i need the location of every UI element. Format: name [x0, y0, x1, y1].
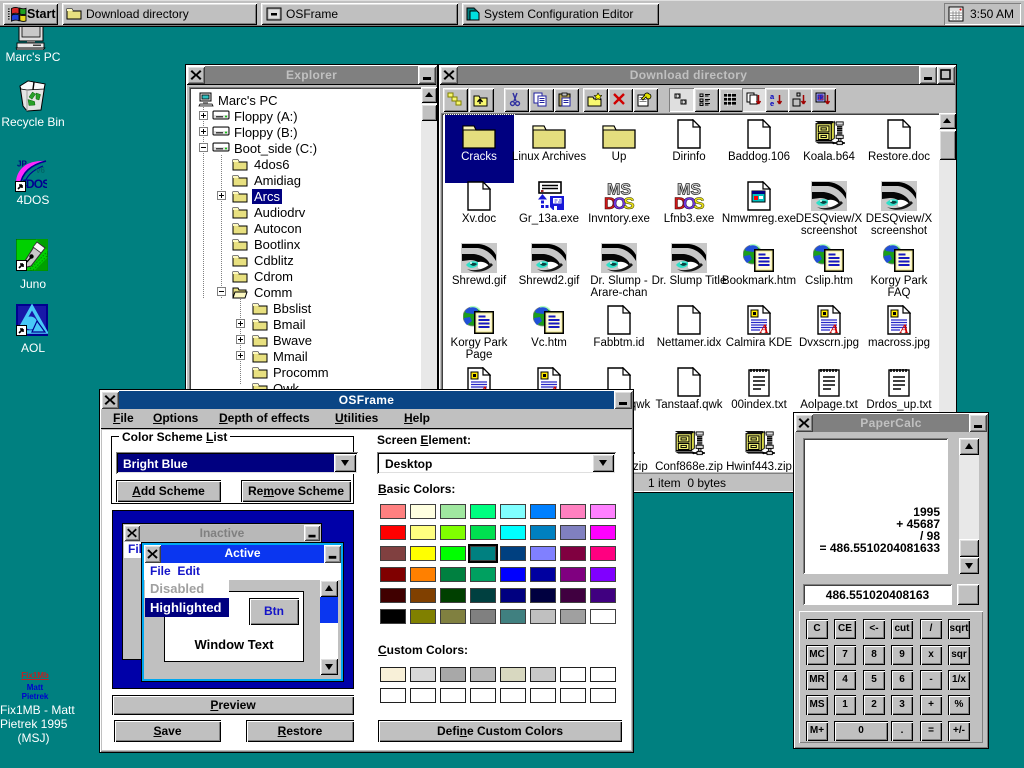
- svg-text:D: D: [682, 100, 686, 106]
- svg-text:D: D: [676, 94, 680, 100]
- svg-text:e: e: [770, 99, 774, 107]
- svg-text:12: 12: [818, 96, 825, 102]
